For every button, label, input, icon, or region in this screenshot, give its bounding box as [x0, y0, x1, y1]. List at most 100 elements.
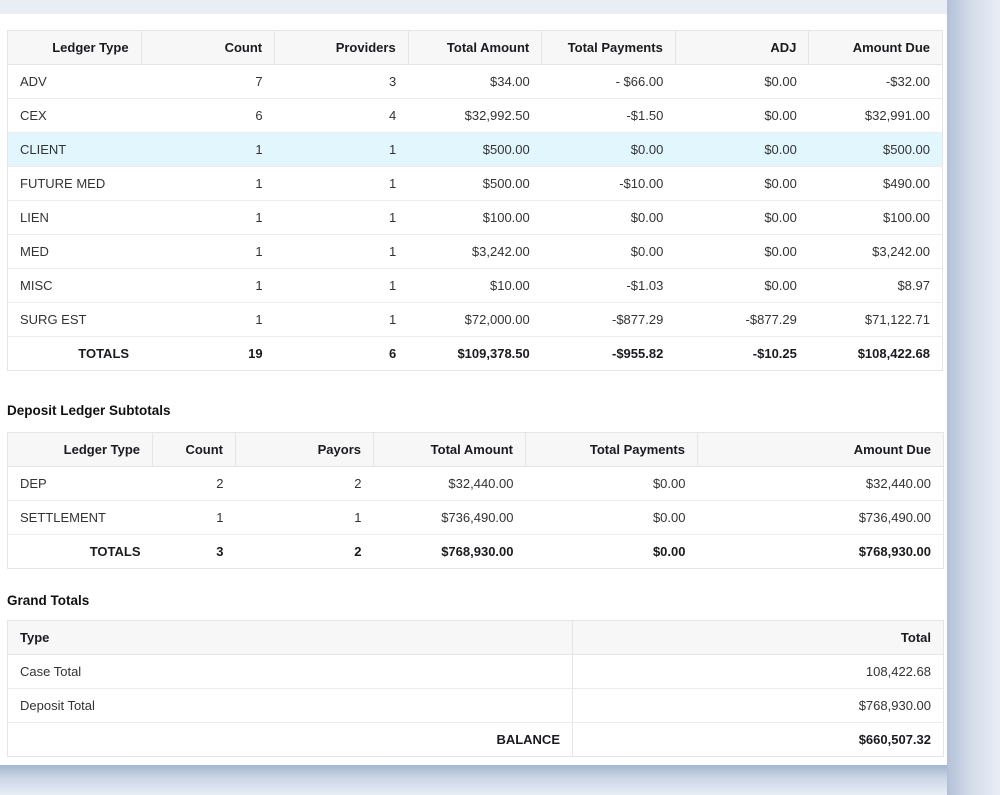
count-cell: 1: [141, 235, 275, 269]
total-payments-cell: $0.00: [542, 133, 676, 167]
balance-row: BALANCE $660,507.32: [8, 723, 944, 757]
table-row[interactable]: DEP22$32,440.00$0.00$32,440.00: [8, 467, 944, 501]
total-payments-cell: $0.00: [542, 235, 676, 269]
column-header-count: Count: [141, 31, 275, 65]
total-payments-cell: -$1.03: [542, 269, 676, 303]
adj-cell: -$877.29: [675, 303, 809, 337]
amount-due-cell: $490.00: [809, 167, 943, 201]
adj-cell: $0.00: [675, 235, 809, 269]
type-cell: Deposit Total: [8, 689, 573, 723]
count-cell: 2: [153, 467, 236, 501]
total-payments-cell: -$1.50: [542, 99, 676, 133]
ledger-type-cell: DEP: [8, 467, 153, 501]
total-amount-cell: $500.00: [408, 167, 542, 201]
ledger-type-cell: MED: [8, 235, 142, 269]
case-ledger-totals-row: TOTALS 19 6 $109,378.50 -$955.82 -$10.25…: [8, 337, 943, 371]
ledger-report-panel: Ledger Type Count Providers Total Amount…: [0, 14, 947, 765]
deposit-ledger-totals-row: TOTALS 3 2 $768,930.00 $0.00 $768,930.00: [8, 535, 944, 569]
adj-cell: $0.00: [675, 167, 809, 201]
column-header-amount-due: Amount Due: [698, 433, 944, 467]
totals-amount-due: $768,930.00: [698, 535, 944, 569]
count-cell: 1: [141, 303, 275, 337]
adj-cell: $0.00: [675, 65, 809, 99]
ledger-type-cell: SURG EST: [8, 303, 142, 337]
adj-cell: $0.00: [675, 133, 809, 167]
amount-due-cell: $32,991.00: [809, 99, 943, 133]
amount-due-cell: $32,440.00: [698, 467, 944, 501]
adj-cell: $0.00: [675, 99, 809, 133]
deposit-ledger-header: Ledger Type Count Payors Total Amount To…: [8, 433, 944, 467]
totals-count: 19: [141, 337, 275, 371]
case-ledger-table: Ledger Type Count Providers Total Amount…: [7, 30, 943, 371]
table-row[interactable]: MISC11$10.00-$1.03$0.00$8.97: [8, 269, 943, 303]
total-payments-cell: -$10.00: [542, 167, 676, 201]
column-header-total-payments: Total Payments: [526, 433, 698, 467]
column-header-total: Total: [573, 621, 944, 655]
amount-due-cell: $500.00: [809, 133, 943, 167]
ledger-type-cell: CEX: [8, 99, 142, 133]
total-payments-cell: $0.00: [526, 501, 698, 535]
balance-label: BALANCE: [8, 723, 573, 757]
ledger-type-cell: LIEN: [8, 201, 142, 235]
ledger-type-cell: MISC: [8, 269, 142, 303]
deposit-subtotals-title: Deposit Ledger Subtotals: [7, 403, 943, 418]
table-row[interactable]: Case Total108,422.68: [8, 655, 944, 689]
grand-totals-header: Type Total: [8, 621, 944, 655]
total-amount-cell: $500.00: [408, 133, 542, 167]
providers-cell: 1: [275, 303, 409, 337]
count-cell: 6: [141, 99, 275, 133]
table-row[interactable]: CLIENT11$500.00$0.00$0.00$500.00: [8, 133, 943, 167]
payors-cell: 2: [236, 467, 374, 501]
table-row[interactable]: MED11$3,242.00$0.00$0.00$3,242.00: [8, 235, 943, 269]
totals-label: TOTALS: [8, 337, 142, 371]
column-header-adj: ADJ: [675, 31, 809, 65]
total-amount-cell: $32,992.50: [408, 99, 542, 133]
column-header-total-amount: Total Amount: [408, 31, 542, 65]
providers-cell: 1: [275, 133, 409, 167]
count-cell: 1: [141, 167, 275, 201]
adj-cell: $0.00: [675, 201, 809, 235]
total-amount-cell: $10.00: [408, 269, 542, 303]
providers-cell: 3: [275, 65, 409, 99]
table-row[interactable]: SURG EST11$72,000.00-$877.29-$877.29$71,…: [8, 303, 943, 337]
amount-due-cell: $71,122.71: [809, 303, 943, 337]
ledger-type-cell: CLIENT: [8, 133, 142, 167]
table-row[interactable]: CEX64$32,992.50-$1.50$0.00$32,991.00: [8, 99, 943, 133]
column-header-providers: Providers: [275, 31, 409, 65]
table-row[interactable]: ADV73$34.00- $66.00$0.00-$32.00: [8, 65, 943, 99]
providers-cell: 1: [275, 167, 409, 201]
type-cell: Case Total: [8, 655, 573, 689]
ledger-type-cell: FUTURE MED: [8, 167, 142, 201]
count-cell: 1: [141, 133, 275, 167]
amount-due-cell: $736,490.00: [698, 501, 944, 535]
table-row[interactable]: Deposit Total$768,930.00: [8, 689, 944, 723]
total-amount-cell: $736,490.00: [374, 501, 526, 535]
table-row[interactable]: LIEN11$100.00$0.00$0.00$100.00: [8, 201, 943, 235]
totals-label: TOTALS: [8, 535, 153, 569]
amount-due-cell: -$32.00: [809, 65, 943, 99]
providers-cell: 1: [275, 269, 409, 303]
total-amount-cell: $3,242.00: [408, 235, 542, 269]
table-row[interactable]: SETTLEMENT11$736,490.00$0.00$736,490.00: [8, 501, 944, 535]
bottom-gradient-band: [0, 765, 947, 795]
amount-due-cell: $3,242.00: [809, 235, 943, 269]
totals-providers: 6: [275, 337, 409, 371]
right-gradient-band: [947, 0, 1000, 795]
providers-cell: 4: [275, 99, 409, 133]
adj-cell: $0.00: [675, 269, 809, 303]
total-amount-cell: $32,440.00: [374, 467, 526, 501]
total-payments-cell: -$877.29: [542, 303, 676, 337]
count-cell: 1: [153, 501, 236, 535]
table-row[interactable]: FUTURE MED11$500.00-$10.00$0.00$490.00: [8, 167, 943, 201]
total-amount-cell: $72,000.00: [408, 303, 542, 337]
amount-due-cell: $8.97: [809, 269, 943, 303]
total-amount-cell: $100.00: [408, 201, 542, 235]
count-cell: 7: [141, 65, 275, 99]
column-header-type: Type: [8, 621, 573, 655]
count-cell: 1: [141, 269, 275, 303]
column-header-ledger-type: Ledger Type: [8, 31, 142, 65]
total-cell: $768,930.00: [573, 689, 944, 723]
ledger-type-cell: ADV: [8, 65, 142, 99]
count-cell: 1: [141, 201, 275, 235]
total-payments-cell: - $66.00: [542, 65, 676, 99]
